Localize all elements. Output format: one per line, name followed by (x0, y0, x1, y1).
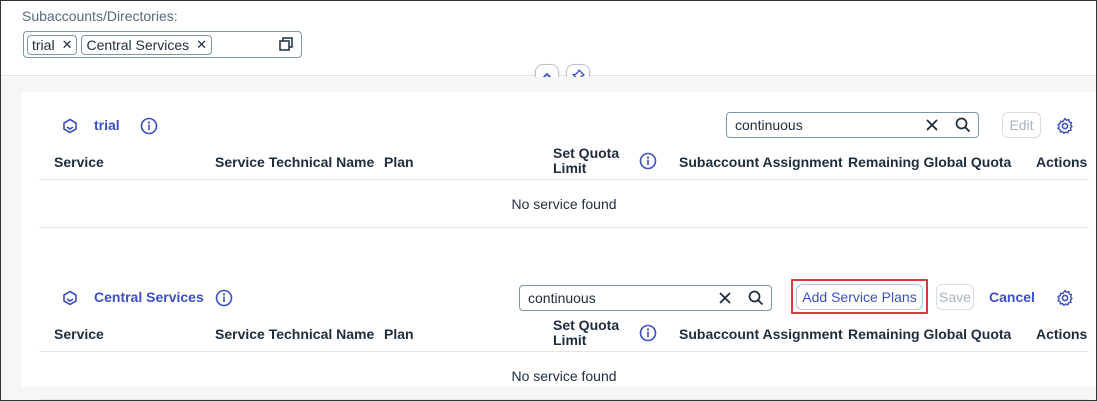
col-quota-line2: Limit (553, 332, 587, 348)
col-actions: Actions (1036, 154, 1088, 170)
save-button[interactable]: Save (936, 284, 974, 310)
col-service[interactable]: Service (54, 326, 104, 342)
cancel-button[interactable]: Cancel (986, 284, 1038, 310)
col-quota-line1: Set Quota (553, 317, 620, 333)
subaccounts-multi-input[interactable]: trial ✕ Central Services ✕ (23, 31, 302, 58)
gear-icon[interactable] (1056, 289, 1074, 307)
search-icon[interactable] (955, 117, 971, 133)
token-label: Central Services (86, 36, 190, 53)
filter-bar: Subaccounts/Directories: trial ✕ Central… (1, 1, 1096, 88)
col-quota-line2: Limit (553, 160, 587, 176)
remove-token-icon[interactable]: ✕ (196, 37, 207, 53)
info-icon[interactable] (215, 289, 233, 307)
table-header: Service Service Technical Name Plan Set … (39, 146, 1089, 180)
section-header-trial: trial continuous Edit (22, 106, 1096, 146)
info-icon[interactable] (639, 324, 657, 342)
col-plan[interactable]: Plan (384, 154, 414, 170)
token-central-services[interactable]: Central Services ✕ (81, 34, 213, 55)
col-subaccount-assignment[interactable]: Subaccount Assignment (679, 154, 843, 170)
table-header: Service Service Technical Name Plan Set … (39, 318, 1089, 352)
col-subaccount-assignment[interactable]: Subaccount Assignment (679, 326, 843, 342)
col-quota-limit[interactable]: Set Quota Limit (553, 318, 619, 348)
token-label: trial (32, 36, 55, 53)
section-title[interactable]: trial (94, 117, 120, 133)
edit-button[interactable]: Edit (1002, 112, 1041, 138)
col-actions: Actions (1036, 326, 1088, 342)
col-remaining-quota[interactable]: Remaining Global Quota (848, 326, 1011, 342)
token-trial[interactable]: trial ✕ (27, 34, 78, 55)
col-technical-name[interactable]: Service Technical Name (215, 154, 374, 170)
remove-token-icon[interactable]: ✕ (62, 37, 73, 53)
col-technical-name[interactable]: Service Technical Name (215, 326, 374, 342)
search-value: continuous (735, 117, 803, 133)
content-area: trial continuous Edit Service Service Te… (1, 77, 1096, 400)
gear-icon[interactable] (1056, 117, 1074, 135)
clear-icon[interactable] (718, 291, 732, 305)
info-icon[interactable] (639, 152, 657, 170)
empty-message: No service found (39, 353, 1089, 400)
filter-label: Subaccounts/Directories: (22, 8, 178, 24)
info-icon[interactable] (140, 117, 158, 135)
quota-panel: trial continuous Edit Service Service Te… (22, 92, 1096, 400)
section-header-central-services: Central Services continuous Add Service … (22, 278, 1096, 318)
window: Subaccounts/Directories: trial ✕ Central… (0, 0, 1097, 401)
search-input[interactable]: continuous (519, 285, 772, 311)
section-title[interactable]: Central Services (94, 289, 204, 305)
col-quota-limit[interactable]: Set Quota Limit (553, 146, 619, 176)
subaccount-icon (63, 290, 77, 306)
add-service-plans-button[interactable]: Add Service Plans (796, 284, 923, 310)
col-remaining-quota[interactable]: Remaining Global Quota (848, 154, 1011, 170)
col-quota-line1: Set Quota (553, 145, 620, 161)
search-value: continuous (528, 290, 596, 306)
search-icon[interactable] (748, 290, 764, 306)
empty-message: No service found (39, 181, 1089, 228)
col-service[interactable]: Service (54, 154, 104, 170)
search-input[interactable]: continuous (726, 112, 979, 138)
value-help-icon[interactable] (279, 37, 293, 51)
subaccount-icon (63, 118, 77, 134)
clear-icon[interactable] (925, 118, 939, 132)
col-plan[interactable]: Plan (384, 326, 414, 342)
